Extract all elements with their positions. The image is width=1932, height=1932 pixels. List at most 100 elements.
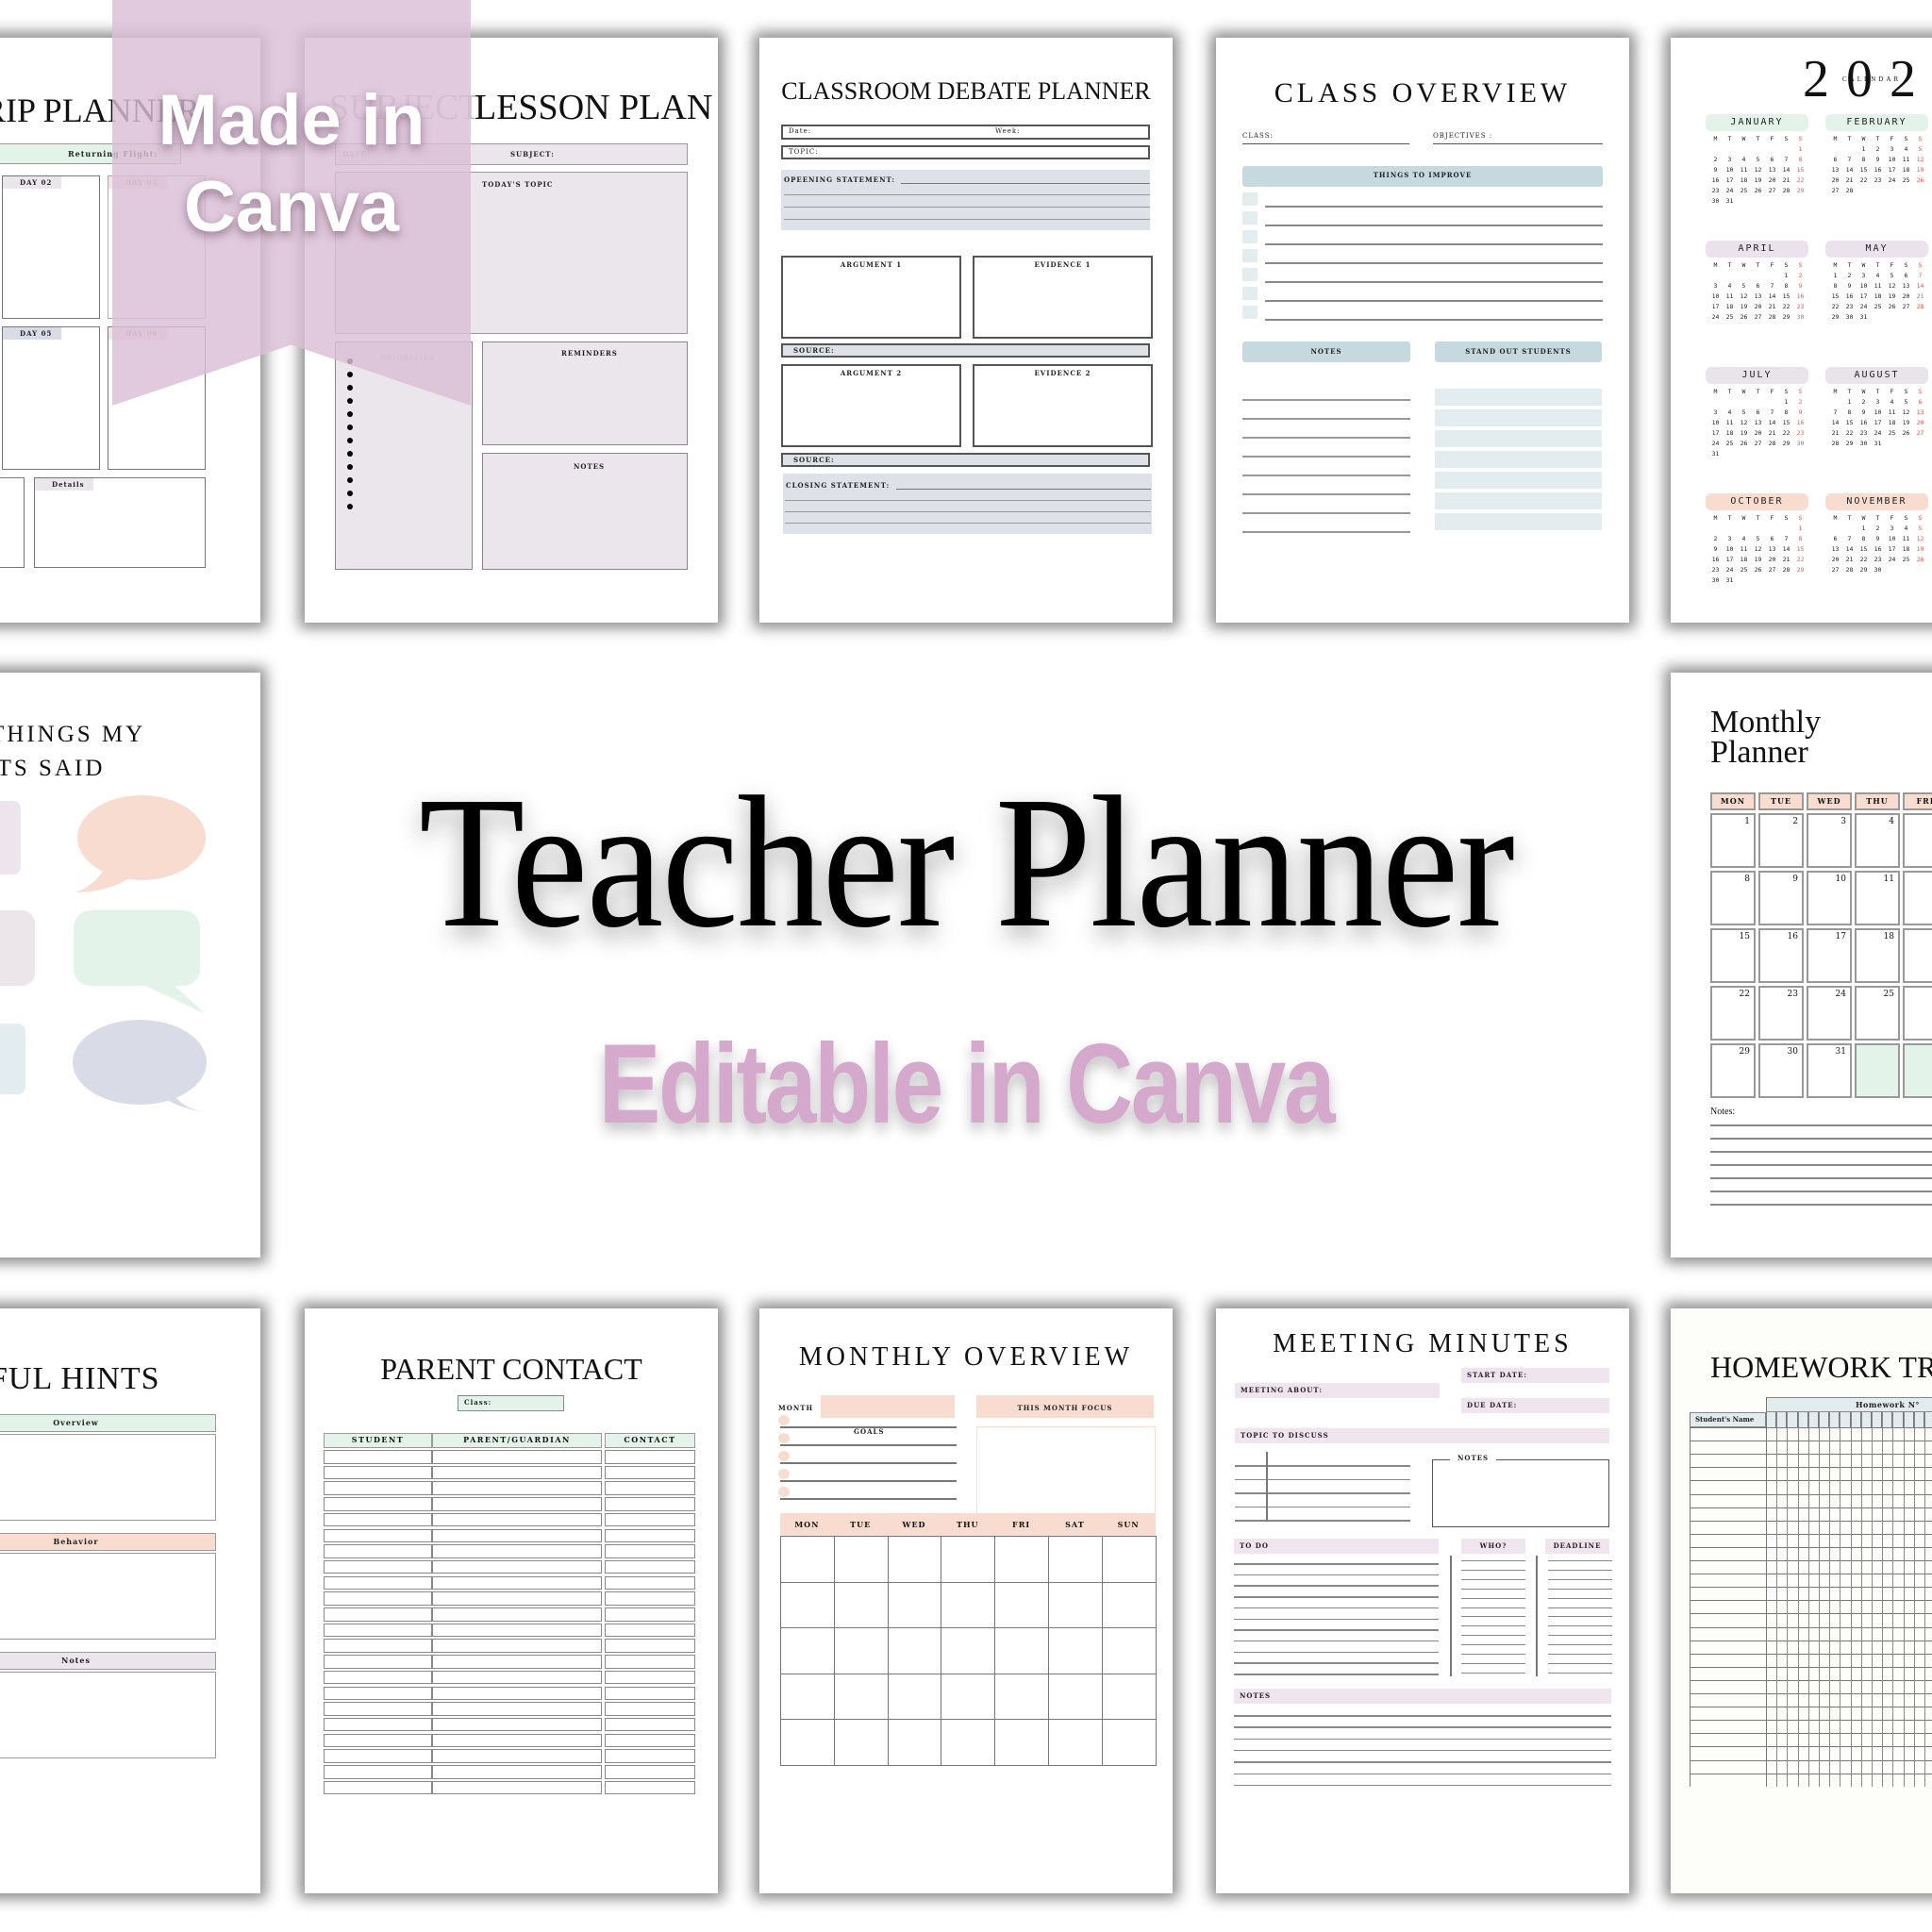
calendar-cell[interactable] bbox=[994, 1719, 1049, 1766]
day-cell[interactable] bbox=[1903, 986, 1932, 1041]
who-line[interactable] bbox=[1461, 1560, 1525, 1561]
table-cell[interactable] bbox=[432, 1481, 602, 1495]
table-cell[interactable] bbox=[432, 1686, 602, 1700]
calendar-cell[interactable] bbox=[1048, 1536, 1103, 1583]
table-cell[interactable] bbox=[324, 1686, 432, 1700]
day-cell[interactable]: 16 bbox=[1758, 928, 1804, 983]
table-cell[interactable] bbox=[432, 1544, 602, 1558]
calendar-cell[interactable] bbox=[1101, 1673, 1157, 1720]
table-cell[interactable] bbox=[605, 1686, 695, 1700]
calendar-cell[interactable] bbox=[1048, 1627, 1103, 1674]
table-cell[interactable] bbox=[605, 1559, 695, 1574]
table-cell[interactable] bbox=[432, 1639, 602, 1653]
notes-line[interactable] bbox=[1710, 1204, 1932, 1206]
goal-line[interactable] bbox=[780, 1444, 957, 1446]
table-cell[interactable] bbox=[605, 1575, 695, 1591]
table-cell[interactable] bbox=[432, 1717, 602, 1732]
table-cell[interactable] bbox=[605, 1450, 695, 1464]
calendar-cell[interactable] bbox=[1048, 1581, 1103, 1628]
table-cell[interactable] bbox=[432, 1749, 602, 1763]
table-cell[interactable] bbox=[324, 1717, 432, 1732]
deadline-line[interactable] bbox=[1548, 1625, 1612, 1627]
notes-line[interactable] bbox=[1710, 1191, 1932, 1192]
calendar-cell[interactable] bbox=[887, 1673, 942, 1720]
table-cell[interactable] bbox=[324, 1528, 432, 1542]
improve-line[interactable] bbox=[1265, 319, 1603, 321]
student-name-cell[interactable] bbox=[1690, 1587, 1766, 1600]
who-line[interactable] bbox=[1461, 1607, 1525, 1608]
calendar-cell[interactable] bbox=[994, 1536, 1049, 1583]
student-name-cell[interactable] bbox=[1690, 1467, 1766, 1480]
standout-row[interactable] bbox=[1435, 430, 1602, 447]
notes-line[interactable] bbox=[1242, 475, 1410, 476]
who-line[interactable] bbox=[1461, 1662, 1525, 1664]
student-name-cell[interactable] bbox=[1690, 1720, 1766, 1733]
calendar-cell[interactable] bbox=[941, 1673, 996, 1720]
calendar-cell[interactable] bbox=[780, 1673, 835, 1720]
deadline-line[interactable] bbox=[1548, 1635, 1612, 1637]
calendar-cell[interactable] bbox=[994, 1581, 1049, 1628]
day-cell[interactable]: 17 bbox=[1807, 928, 1852, 983]
calendar-cell[interactable] bbox=[994, 1627, 1049, 1674]
todo-line[interactable] bbox=[1234, 1596, 1439, 1598]
calendar-cell[interactable] bbox=[994, 1673, 1049, 1720]
goal-line[interactable] bbox=[780, 1498, 957, 1500]
who-line[interactable] bbox=[1461, 1654, 1525, 1655]
student-name-cell[interactable] bbox=[1690, 1494, 1766, 1507]
who-line[interactable] bbox=[1461, 1578, 1525, 1580]
notes-line[interactable] bbox=[1234, 1784, 1611, 1787]
table-cell[interactable] bbox=[605, 1702, 695, 1716]
table-cell[interactable] bbox=[324, 1670, 432, 1685]
table-cell[interactable] bbox=[324, 1481, 432, 1495]
student-name-cell[interactable] bbox=[1690, 1534, 1766, 1547]
deadline-line[interactable] bbox=[1548, 1578, 1612, 1580]
table-cell[interactable] bbox=[432, 1591, 602, 1606]
calendar-cell[interactable] bbox=[1048, 1719, 1103, 1766]
focus-box[interactable] bbox=[976, 1426, 1156, 1523]
day-cell[interactable]: 29 bbox=[1710, 1043, 1756, 1098]
table-cell[interactable] bbox=[324, 1450, 432, 1464]
improve-line[interactable] bbox=[1265, 281, 1603, 283]
table-cell[interactable] bbox=[324, 1749, 432, 1763]
topic-line[interactable] bbox=[1235, 1478, 1410, 1480]
student-name-cell[interactable] bbox=[1690, 1760, 1766, 1774]
calendar-cell[interactable] bbox=[833, 1719, 889, 1766]
deadline-line[interactable] bbox=[1548, 1588, 1612, 1590]
table-cell[interactable] bbox=[324, 1559, 432, 1574]
student-name-cell[interactable] bbox=[1690, 1641, 1766, 1654]
checkbox[interactable] bbox=[1242, 287, 1257, 300]
table-cell[interactable] bbox=[605, 1591, 695, 1606]
notes-line[interactable] bbox=[1242, 437, 1410, 439]
student-name-cell[interactable] bbox=[1690, 1600, 1766, 1613]
who-line[interactable] bbox=[1461, 1597, 1525, 1599]
table-cell[interactable] bbox=[432, 1450, 602, 1464]
table-cell[interactable] bbox=[605, 1780, 695, 1795]
notes-line[interactable] bbox=[1242, 456, 1410, 458]
day-cell[interactable]: 3 bbox=[1807, 813, 1852, 868]
student-name-cell[interactable] bbox=[1690, 1774, 1766, 1787]
checkbox[interactable] bbox=[1242, 268, 1257, 281]
table-cell[interactable] bbox=[324, 1655, 432, 1669]
todo-line[interactable] bbox=[1234, 1574, 1439, 1576]
day-cell[interactable]: 1 bbox=[1710, 813, 1756, 868]
student-name-cell[interactable] bbox=[1690, 1480, 1766, 1493]
table-cell[interactable] bbox=[324, 1780, 432, 1795]
improve-line[interactable] bbox=[1265, 300, 1603, 302]
deadline-line[interactable] bbox=[1548, 1616, 1612, 1618]
notes-line[interactable] bbox=[1234, 1738, 1611, 1740]
calendar-cell[interactable] bbox=[941, 1719, 996, 1766]
improve-line[interactable] bbox=[1265, 206, 1603, 208]
student-name-cell[interactable] bbox=[1690, 1547, 1766, 1560]
table-cell[interactable] bbox=[324, 1623, 432, 1638]
calendar-cell[interactable] bbox=[780, 1581, 835, 1628]
topic-line[interactable] bbox=[1235, 1506, 1410, 1507]
calendar-cell[interactable] bbox=[887, 1581, 942, 1628]
checkbox[interactable] bbox=[1242, 230, 1257, 243]
table-cell[interactable] bbox=[432, 1528, 602, 1542]
day-cell[interactable] bbox=[1903, 871, 1932, 925]
student-name-cell[interactable] bbox=[1690, 1454, 1766, 1467]
day-cell[interactable]: 30 bbox=[1758, 1043, 1804, 1098]
standout-row[interactable] bbox=[1435, 472, 1602, 489]
table-cell[interactable] bbox=[324, 1765, 432, 1779]
calendar-cell[interactable] bbox=[833, 1581, 889, 1628]
